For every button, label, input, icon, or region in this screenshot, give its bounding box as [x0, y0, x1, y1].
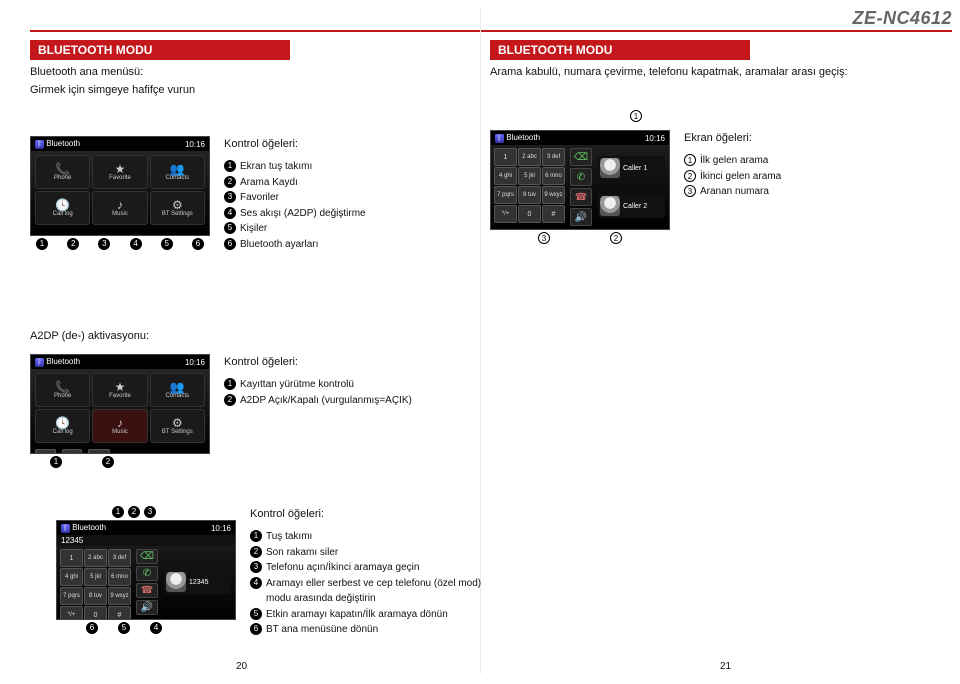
key-2: 2 abc [518, 148, 541, 166]
key-9: 9 wxyz [542, 186, 565, 204]
right-legend-1-title: Ekran öğeleri: [684, 130, 781, 147]
key-5: 5 jkl [518, 167, 541, 185]
dial-screenshot-1: 1 ᛒ Bluetooth 10:16 1 2 abc 3 def 4 ghi … [490, 130, 670, 244]
caller-2: Caller 2 [598, 194, 665, 218]
key-1: 1 [494, 148, 517, 166]
left-subtitle-1: Bluetooth ana menüsü: [30, 66, 460, 78]
right-legend-2: Kontrol öğeleri: 1Tuş takımı 2Son rakamı… [250, 506, 500, 638]
bluetooth-icon: ᛒ [35, 140, 44, 149]
bt-cell-favorite: ★Favorite [92, 155, 147, 189]
dialed-number-top: 12345 [57, 535, 235, 546]
dial1-time: 10:16 [645, 134, 665, 143]
left-legend-1-title: Kontrol öğeleri: [224, 136, 366, 153]
call-icon: ✆ [570, 168, 592, 186]
left-legend-1: Kontrol öğeleri: 1Ekran tuş takımı 2Aram… [224, 136, 366, 252]
bt-a2dp-screenshot: ᛒ Bluetooth 10:16 📞Phone ★Favorite 👥Cont… [30, 354, 210, 468]
hangup-icon: ☎ [136, 583, 158, 598]
dial1-title: Bluetooth [506, 133, 540, 142]
annot-bottom-dial2: 654 [56, 620, 236, 634]
key-4: 4 ghi [494, 167, 517, 185]
annot-top-dial2: 123 [56, 506, 236, 520]
model-number: ZE-NC4612 [852, 8, 952, 29]
bluetooth-icon: ᛒ [61, 524, 70, 533]
right-legend-1: Ekran öğeleri: 1İlk gelen arama 2İkinci … [684, 130, 781, 200]
speaker-icon: 🔊 [570, 208, 592, 226]
left-subtitle-2: Girmek için simgeye hafifçe vurun [30, 84, 460, 96]
bluetooth-icon: ᛒ [35, 358, 44, 367]
dial-screenshot-2: 123 ᛒ Bluetooth 10:16 12345 1 2 abc [56, 506, 236, 634]
left-legend-2-title: Kontrol öğeleri: [224, 354, 412, 371]
bt-cell-contacts: 👥Contacts [150, 155, 205, 189]
bt-cell-btsettings: ⚙BT Settings [150, 191, 205, 225]
bt-title: Bluetooth [46, 139, 80, 148]
key-8: 8 tuv [518, 186, 541, 204]
key-star: */+ [494, 205, 517, 223]
dialed-number-panel: 12345 [164, 570, 231, 594]
bt-cell-phone: 📞Phone [35, 155, 90, 189]
key-0: 0 [518, 205, 541, 223]
right-subtitle-1: Arama kabulü, numara çevirme, telefonu k… [490, 66, 930, 78]
caller-1: Caller 1 [598, 156, 665, 180]
header-rule [30, 30, 952, 32]
bt-cell-music: ♪Music [92, 191, 147, 225]
key-3: 3 def [542, 148, 565, 166]
bt-cell-music-highlight: ♪Music [92, 409, 147, 443]
right-legend-2-title: Kontrol öğeleri: [250, 506, 500, 523]
bluetooth-icon: ᛒ [495, 134, 504, 143]
hangup-icon: ☎ [570, 188, 592, 206]
key-hash: # [542, 205, 565, 223]
left-banner: BLUETOOTH MODU [30, 40, 290, 60]
annot-row-a2dp: 12 [30, 454, 210, 468]
call-icon: ✆ [136, 566, 158, 581]
left-legend-2: Kontrol öğeleri: 1Kayıttan yürütme kontr… [224, 354, 412, 408]
page-number-left: 20 [236, 661, 247, 672]
backspace-icon: ⌫ [570, 148, 592, 166]
bt-main-menu-screenshot: ᛒ Bluetooth 10:16 📞Phone ★Favorite 👥Cont… [30, 136, 210, 250]
bt-time: 10:16 [185, 140, 205, 149]
keypad: 1 2 abc 3 def 4 ghi 5 jkl 6 mno 7 pqrs 8… [491, 145, 568, 229]
play-icon: ▶ [62, 449, 82, 454]
backspace-icon: ⌫ [136, 549, 158, 564]
prev-icon: ⏮ [35, 449, 56, 454]
page-number-right: 21 [720, 661, 731, 672]
speaker-icon: 🔊 [136, 600, 158, 615]
right-banner: BLUETOOTH MODU [490, 40, 750, 60]
annot-row-1: 123456 [30, 236, 210, 250]
call-controls: ⌫ ✆ ☎ 🔊 [568, 145, 594, 229]
a2dp-title: A2DP (de-) aktivasyonu: [30, 330, 460, 342]
bt-cell-calllog: 🕓Call log [35, 191, 90, 225]
next-icon: ⏭ [88, 449, 109, 454]
key-7: 7 pqrs [494, 186, 517, 204]
key-6: 6 mno [542, 167, 565, 185]
